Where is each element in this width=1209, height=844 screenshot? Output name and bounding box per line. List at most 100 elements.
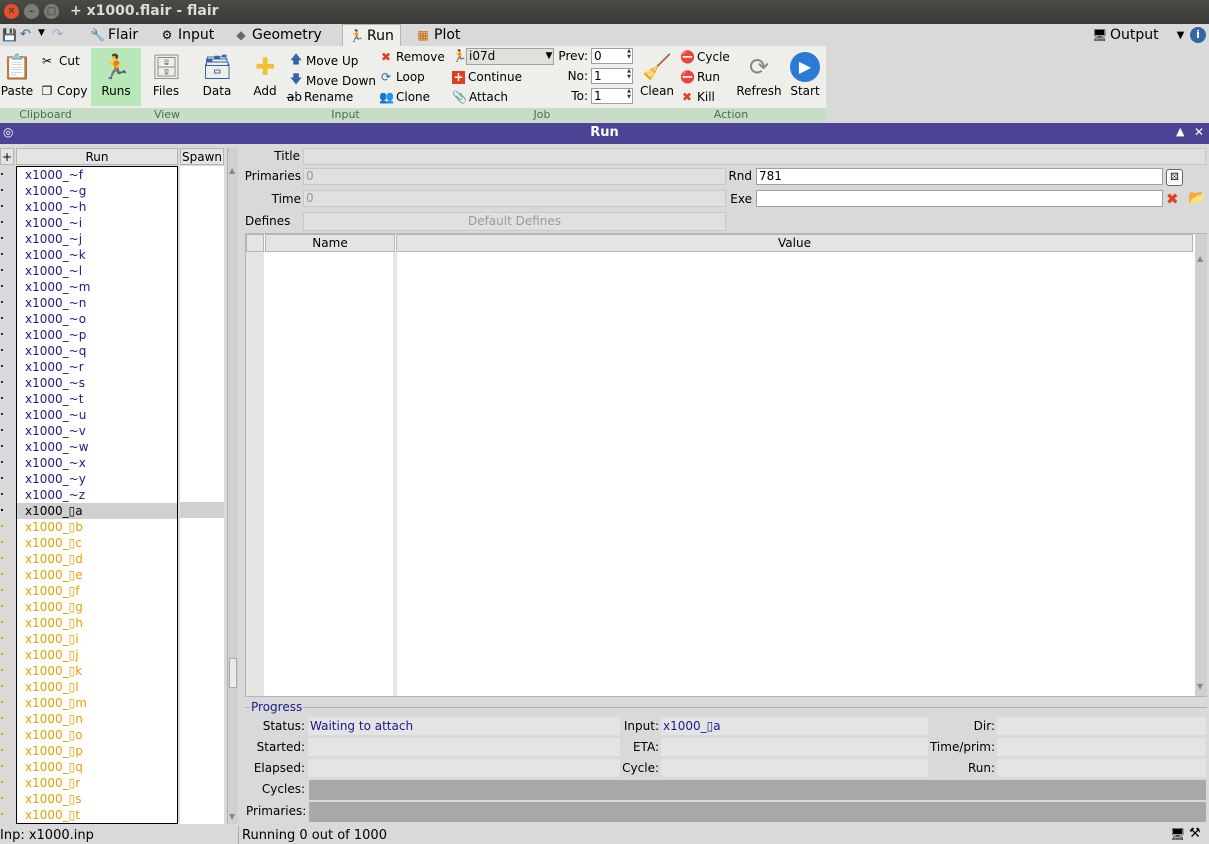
list-item[interactable]: x1000_▯b	[17, 519, 177, 535]
list-item[interactable]: x1000_▯d	[17, 551, 177, 567]
minimize-window-button[interactable]: –	[24, 4, 39, 19]
list-item[interactable]: x1000_~t	[17, 391, 177, 407]
clean-button[interactable]: 🧹 Clean	[638, 48, 676, 98]
cycle-button[interactable]: ⛔ Cycle	[680, 50, 730, 64]
defines-table[interactable]: Name Value ▲ ▼	[245, 233, 1207, 697]
tab-plot[interactable]: ▦ Plot	[410, 24, 466, 46]
tab-flair[interactable]: 🔧 Flair	[84, 24, 144, 46]
runs-view-button[interactable]: 🏃 Runs	[91, 48, 141, 106]
list-item[interactable]: x1000_▯e	[17, 567, 177, 583]
time-input[interactable]: 0	[303, 190, 726, 207]
list-item[interactable]: x1000_~p	[17, 327, 177, 343]
list-item[interactable]: x1000_~x	[17, 455, 177, 471]
list-item[interactable]: x1000_▯m	[17, 695, 177, 711]
list-item[interactable]: x1000_~i	[17, 215, 177, 231]
scroll-up-icon[interactable]: ▲	[1197, 254, 1203, 263]
redo-icon[interactable]: ↷	[52, 27, 63, 42]
list-item[interactable]: x1000_▯f	[17, 583, 177, 599]
tab-run[interactable]: 🏃 Run	[342, 24, 401, 46]
save-icon[interactable]: 💾	[2, 28, 17, 42]
copy-button[interactable]: ❐ Copy	[40, 84, 88, 98]
run-list-scrollbar[interactable]: ▲ ▼	[227, 148, 238, 824]
list-item[interactable]: x1000_~s	[17, 375, 177, 391]
list-item[interactable]: x1000_~u	[17, 407, 177, 423]
attach-button[interactable]: 📎 Attach	[452, 90, 508, 104]
scrollbar-thumb[interactable]	[229, 658, 237, 688]
output-menu[interactable]: 🖥 Output ▼	[1086, 24, 1190, 46]
spawn-column-header[interactable]: Spawn	[180, 148, 224, 165]
data-view-button[interactable]: 🗃 Data	[195, 48, 239, 98]
list-item[interactable]: x1000_~k	[17, 247, 177, 263]
move-down-button[interactable]: 🡇 Move Down	[289, 70, 376, 91]
refresh-button[interactable]: ⟳ Refresh	[736, 48, 782, 98]
list-item[interactable]: x1000_~z	[17, 487, 177, 503]
start-button[interactable]: ▶ Start	[786, 48, 824, 98]
list-item[interactable]: x1000_~v	[17, 423, 177, 439]
list-item[interactable]: x1000_▯g	[17, 599, 177, 615]
list-item[interactable]: x1000_▯q	[17, 759, 177, 775]
list-item[interactable]: x1000_▯n	[17, 711, 177, 727]
list-item-selected[interactable]: x1000_▯a	[17, 503, 177, 519]
list-item[interactable]: x1000_~o	[17, 311, 177, 327]
list-item[interactable]: x1000_▯o	[17, 727, 177, 743]
list-item[interactable]: x1000_~f	[17, 167, 177, 183]
name-column-header[interactable]: Name	[265, 234, 395, 252]
dice-icon[interactable]: ⚄	[1166, 169, 1183, 186]
tab-input[interactable]: ⚙ Input	[154, 24, 220, 46]
list-item[interactable]: x1000_▯p	[17, 743, 177, 759]
folder-icon[interactable]: 📂	[1188, 190, 1205, 206]
rnd-input[interactable]: 781	[756, 168, 1163, 185]
run-column-header[interactable]: Run	[16, 148, 178, 165]
list-item[interactable]: x1000_▯k	[17, 663, 177, 679]
remove-button[interactable]: ✖ Remove	[379, 50, 445, 64]
list-item[interactable]: x1000_▯l	[17, 679, 177, 695]
run-list[interactable]: x1000_~f x1000_~g x1000_~h x1000_~i x1000_~j…	[16, 166, 178, 824]
list-item[interactable]: x1000_~h	[17, 199, 177, 215]
scroll-down-icon[interactable]: ▼	[229, 812, 235, 821]
list-item[interactable]: x1000_~n	[17, 295, 177, 311]
list-item[interactable]: x1000_▯c	[17, 535, 177, 551]
no-spinbox[interactable]: 1	[591, 68, 633, 84]
continue-button[interactable]: + Continue	[452, 70, 522, 84]
cut-button[interactable]: ✂ Cut	[40, 54, 80, 68]
default-defines-button[interactable]: Default Defines	[303, 212, 726, 231]
scroll-up-icon[interactable]: ▲	[229, 166, 235, 175]
list-item[interactable]: x1000_▯h	[17, 615, 177, 631]
value-column-header[interactable]: Value	[396, 234, 1193, 252]
list-item[interactable]: x1000_~m	[17, 279, 177, 295]
list-item[interactable]: x1000_~w	[17, 439, 177, 455]
to-spinbox[interactable]: 1	[591, 88, 633, 104]
list-item[interactable]: x1000_~r	[17, 359, 177, 375]
close-window-button[interactable]: ✕	[4, 4, 19, 19]
undo-icon[interactable]: ↶	[20, 27, 31, 42]
rename-button[interactable]: a̶b Rename	[287, 90, 353, 104]
list-item[interactable]: x1000_▯s	[17, 791, 177, 807]
list-item[interactable]: x1000_~q	[17, 343, 177, 359]
defines-scrollbar[interactable]: ▲ ▼	[1195, 234, 1207, 696]
stop-run-button[interactable]: ⛔ Run	[680, 70, 720, 84]
kill-button[interactable]: ✖ Kill	[680, 90, 715, 104]
move-up-button[interactable]: 🡅 Move Up	[289, 50, 359, 71]
undo-dropdown-icon[interactable]: ▼	[38, 28, 45, 38]
terminal-icon[interactable]: 🖥	[1170, 827, 1185, 841]
title-input[interactable]	[303, 148, 1206, 165]
panel-maximize-icon[interactable]: ▲	[1176, 125, 1184, 138]
expand-header[interactable]: +	[0, 148, 14, 165]
primaries-input[interactable]: 0	[303, 168, 726, 185]
exe-input[interactable]	[756, 190, 1163, 207]
scroll-down-icon[interactable]: ▼	[1197, 682, 1203, 691]
list-item[interactable]: x1000_~g	[17, 183, 177, 199]
host-select[interactable]: i07d ▼	[466, 48, 554, 65]
list-item[interactable]: x1000_~y	[17, 471, 177, 487]
loop-button[interactable]: ⟳ Loop	[379, 70, 425, 84]
panel-close-icon[interactable]: ✕	[1194, 125, 1204, 139]
list-item[interactable]: x1000_~l	[17, 263, 177, 279]
paste-button[interactable]: 📋 Paste	[0, 48, 34, 98]
tab-geometry[interactable]: ◆ Geometry	[228, 24, 328, 46]
maximize-window-button[interactable]: □	[44, 4, 59, 19]
clear-exe-icon[interactable]: ✖	[1166, 190, 1179, 208]
prev-spinbox[interactable]: 0	[591, 48, 633, 64]
add-button[interactable]: ✚ Add	[247, 48, 283, 98]
list-item[interactable]: x1000_▯j	[17, 647, 177, 663]
files-view-button[interactable]: 🗄 Files	[145, 48, 187, 98]
